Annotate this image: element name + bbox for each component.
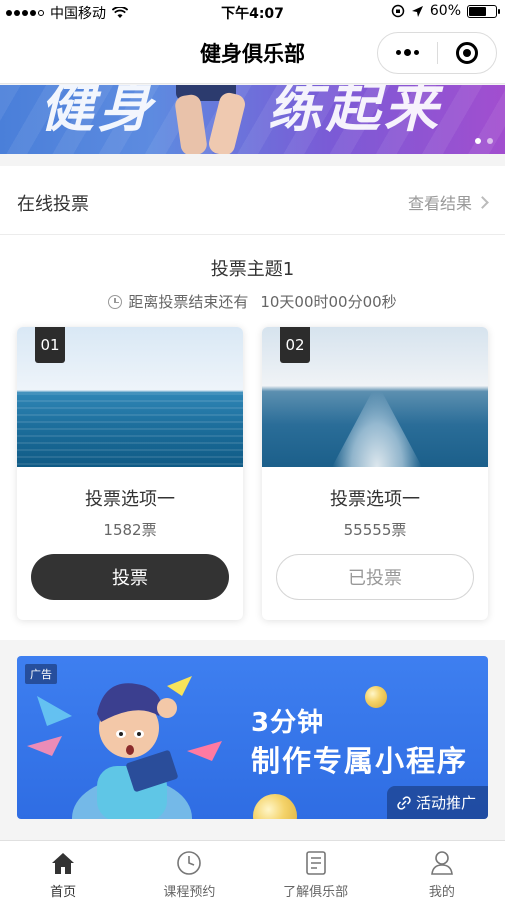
- voted-button: 已投票: [276, 554, 474, 600]
- nav-bar: 健身俱乐部: [0, 24, 505, 84]
- tab-home[interactable]: 首页: [0, 841, 126, 903]
- vote-section: 在线投票 查看结果 投票主题1 距离投票结束还有 10天00时00分00秒 01…: [0, 166, 505, 640]
- option-image-ocean: 01: [17, 327, 243, 467]
- option-label: 投票选项一: [85, 489, 175, 510]
- banner-text-right: 练起来: [268, 85, 442, 139]
- app-root: 中国移动 下午4:07 60% 健身俱乐部 健身 练起来 在线投票 查看结果 投…: [0, 0, 505, 903]
- ad-headline-1: 3分钟: [251, 708, 325, 738]
- target-icon: [455, 42, 478, 64]
- option-label: 投票选项一: [330, 489, 420, 510]
- countdown-label: 距离投票结束还有: [128, 293, 249, 311]
- status-right: 60%: [391, 3, 500, 19]
- option-number-badge: 02: [280, 327, 310, 363]
- clock-icon: [175, 849, 203, 877]
- home-icon: [49, 849, 77, 877]
- option-number-badge: 01: [35, 327, 65, 363]
- tab-bar: 首页 课程预约 了解俱乐部 我的: [0, 840, 505, 903]
- vote-option-card: 02 投票选项一 55555票 已投票: [262, 327, 488, 620]
- tab-label: 了解俱乐部: [283, 885, 349, 900]
- tab-label: 课程预约: [163, 885, 216, 900]
- promo-label: 活动推广: [415, 794, 476, 812]
- coin-decoration: [253, 794, 297, 819]
- location-arrow-icon: [411, 5, 423, 17]
- vote-header: 在线投票 查看结果: [0, 166, 505, 235]
- rotation-lock-icon: [391, 4, 405, 18]
- option-vote-count: 1582票: [103, 521, 157, 539]
- vote-countdown: 距离投票结束还有 10天00时00分00秒: [0, 291, 505, 312]
- vote-button[interactable]: 投票: [31, 554, 229, 600]
- battery-percent: 60%: [429, 3, 461, 19]
- view-results-link[interactable]: 查看结果: [407, 190, 489, 214]
- close-mini-program-button[interactable]: [438, 33, 497, 73]
- option-image-wake: 02: [262, 327, 488, 467]
- vote-options: 01 投票选项一 1582票 投票 02 投票选项一 55555票 已投票: [17, 327, 488, 620]
- banner-carousel[interactable]: 健身 练起来: [0, 85, 505, 154]
- vote-section-label: 在线投票: [17, 194, 89, 215]
- banner-indicator-1[interactable]: [475, 138, 481, 144]
- clock-icon: [108, 294, 123, 309]
- more-dots-icon: [395, 49, 419, 56]
- chevron-right-icon: [476, 195, 489, 209]
- status-bar: 中国移动 下午4:07 60%: [0, 0, 505, 24]
- coin-decoration: [365, 686, 387, 708]
- promo-badge[interactable]: 活动推广: [386, 786, 488, 819]
- tab-label: 首页: [50, 885, 77, 900]
- battery-icon: [467, 4, 500, 18]
- banner-model-image: [170, 85, 260, 154]
- ad-tag: 广告: [25, 664, 57, 684]
- tab-about-club[interactable]: 了解俱乐部: [253, 841, 379, 903]
- countdown-value: 10天00时00分00秒: [260, 293, 397, 311]
- tab-label: 我的: [428, 885, 455, 900]
- user-icon: [428, 849, 456, 877]
- vote-topic: 投票主题1: [210, 259, 295, 280]
- link-icon: [397, 795, 411, 810]
- banner-text-left: 健身: [40, 85, 156, 139]
- document-icon: [302, 849, 330, 877]
- vote-option-card: 01 投票选项一 1582票 投票: [17, 327, 243, 620]
- tab-mine[interactable]: 我的: [379, 841, 505, 903]
- option-vote-count: 55555票: [343, 521, 407, 539]
- more-button[interactable]: [378, 33, 437, 73]
- view-results-label: 查看结果: [407, 194, 472, 213]
- banner-indicators: [475, 138, 493, 144]
- tab-course-booking[interactable]: 课程预约: [126, 841, 252, 903]
- banner-indicator-2[interactable]: [487, 138, 493, 144]
- ad-banner[interactable]: 广告 3分钟 制作专属小程序 活动推广: [17, 656, 488, 819]
- mini-program-capsule: [377, 32, 497, 74]
- ad-headline-2: 制作专属小程序: [251, 744, 469, 778]
